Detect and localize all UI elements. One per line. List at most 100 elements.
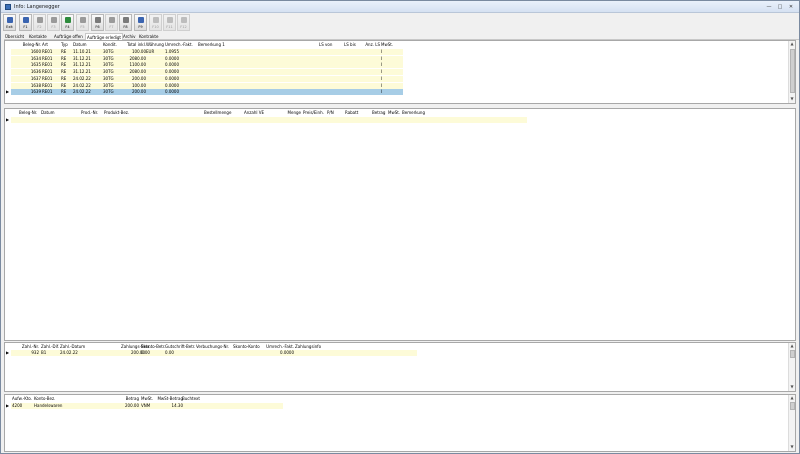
close-button[interactable]: ✕ xyxy=(787,4,795,10)
column-header[interactable]: MwSt. xyxy=(381,41,395,48)
search-icon xyxy=(95,17,101,23)
maximize-button[interactable]: □ xyxy=(776,4,784,10)
column-header[interactable]: Umrech.-Fakt. xyxy=(165,41,197,48)
column-header[interactable]: Zahlungsinfo xyxy=(295,343,335,350)
table-cell: 1639 xyxy=(30,89,41,95)
column-header[interactable]: Datum xyxy=(73,41,97,48)
table-cell: 14.30 xyxy=(171,403,183,408)
column-header[interactable]: Skonto-Betr. xyxy=(141,343,167,350)
scroll-down-icon[interactable]: ▼ xyxy=(789,384,795,390)
table-cell: 100.00 xyxy=(132,82,146,88)
toolbar-label: Exit xyxy=(6,25,13,29)
column-header[interactable]: Produkt-Bez. xyxy=(104,109,204,116)
table-cell xyxy=(362,62,380,68)
column-header[interactable]: Betrag xyxy=(111,395,139,402)
column-header[interactable]: Anz. LS xyxy=(362,41,380,48)
table-cell: 30TG xyxy=(103,75,114,81)
window-title: Info: Langenegger xyxy=(14,4,60,10)
row-pointer-icon: ▶ xyxy=(6,350,10,355)
column-header[interactable]: LS von xyxy=(319,41,343,48)
table-cell: 0.0000 xyxy=(280,350,294,355)
tab-item[interactable]: Kontrakte xyxy=(138,33,159,40)
exit-button[interactable]: Exit xyxy=(3,14,16,31)
column-header[interactable]: Zahl.-Nr. xyxy=(19,343,39,350)
column-header[interactable]: Zahl.-Datum xyxy=(60,343,86,350)
column-header[interactable]: Datum xyxy=(41,109,81,116)
toolbar-label: F10 xyxy=(152,25,159,29)
f10-button[interactable]: F10 xyxy=(149,14,162,31)
table-cell: I xyxy=(381,62,383,68)
column-header[interactable]: Bemerkung 1 xyxy=(198,41,318,48)
column-header[interactable]: Beleg-Nr. xyxy=(15,41,41,48)
scroll-down-icon[interactable]: ▼ xyxy=(789,444,795,450)
print-icon xyxy=(123,17,129,23)
column-header[interactable]: Aufw.-Kto. xyxy=(12,395,36,402)
tab-item[interactable]: Archiv xyxy=(122,33,137,40)
column-header[interactable]: Gutschrift-Betr. xyxy=(165,343,195,350)
table-cell xyxy=(198,49,318,55)
column-header[interactable]: Kondit. xyxy=(103,41,121,48)
table-cell: 1100.00 xyxy=(129,62,146,68)
minimize-button[interactable]: — xyxy=(765,4,773,10)
column-header[interactable]: Preis/Einh. xyxy=(303,109,327,116)
f12-button[interactable]: F12 xyxy=(177,14,190,31)
column-header[interactable]: Typ xyxy=(61,41,72,48)
column-header[interactable]: Bestellmenge xyxy=(204,109,244,116)
f9-button[interactable]: F9 xyxy=(134,14,147,31)
f8-button[interactable]: F8 xyxy=(119,14,132,31)
column-header[interactable]: Art xyxy=(42,41,60,48)
scroll-thumb[interactable] xyxy=(790,49,795,93)
f3-button[interactable]: F3 xyxy=(47,14,60,31)
payments-scrollbar[interactable]: ▲ ▼ xyxy=(788,343,795,391)
table-cell: I xyxy=(381,82,383,88)
f11-button[interactable]: F11 xyxy=(163,14,176,31)
tab-item[interactable]: Kontakte xyxy=(28,33,48,40)
column-header[interactable]: P/N xyxy=(327,109,341,116)
column-header[interactable]: MwSt-Betrag xyxy=(153,395,183,402)
scroll-up-icon[interactable]: ▲ xyxy=(789,395,795,401)
column-header[interactable]: Beleg-Nr. xyxy=(19,109,41,116)
f1-button[interactable]: F1 xyxy=(19,14,32,31)
table-cell: 1.0955 xyxy=(165,49,179,54)
tab-item[interactable]: Übersicht xyxy=(4,33,25,40)
column-header[interactable]: MwSt. xyxy=(388,109,402,116)
table-cell xyxy=(198,69,318,75)
column-header[interactable]: Konto-Bez. xyxy=(34,395,94,402)
column-header[interactable]: Umrech.-Fakt. xyxy=(260,343,294,350)
table-cell xyxy=(198,62,318,68)
column-header[interactable]: Rabatt xyxy=(345,109,365,116)
table-cell: RE xyxy=(61,62,67,68)
table-cell xyxy=(146,76,163,82)
accounts-scrollbar[interactable]: ▲ ▼ xyxy=(788,395,795,451)
column-header[interactable]: Verbuchungs-Nr. xyxy=(196,343,232,350)
column-header[interactable]: Skonto-Konto xyxy=(233,343,261,350)
orders-scrollbar[interactable]: ▲ ▼ xyxy=(788,41,795,103)
column-header[interactable]: Zahl.-Dif. xyxy=(41,343,61,350)
f7-button[interactable]: F7 xyxy=(105,14,118,31)
scroll-thumb[interactable] xyxy=(790,402,795,410)
f6-button[interactable]: F6 xyxy=(91,14,104,31)
tab-item[interactable]: Aufträge erledigt xyxy=(85,33,123,40)
column-header[interactable]: Betrag xyxy=(372,109,386,116)
column-header[interactable]: Anzahl VE xyxy=(244,109,274,116)
scroll-up-icon[interactable]: ▲ xyxy=(789,343,795,349)
scroll-up-icon[interactable]: ▲ xyxy=(789,41,795,47)
scroll-thumb[interactable] xyxy=(790,350,795,358)
toolbar-label: F5 xyxy=(80,25,85,29)
column-header[interactable]: Währung xyxy=(146,41,164,48)
column-header[interactable]: Total inkl. xyxy=(122,41,146,48)
tab-item[interactable]: Aufträge offen xyxy=(53,33,84,40)
scroll-down-icon[interactable]: ▼ xyxy=(789,96,795,102)
column-header[interactable]: Bemerkung xyxy=(402,109,442,116)
column-header[interactable]: Buchtext xyxy=(182,395,222,402)
f2-button[interactable]: F2 xyxy=(33,14,46,31)
table-cell: 24.02.22 xyxy=(73,75,91,81)
positions-new-row[interactable] xyxy=(11,117,527,123)
column-header[interactable]: Prod.-Nr. xyxy=(81,109,103,116)
table-cell xyxy=(319,89,343,95)
f5-button[interactable]: F5 xyxy=(76,14,89,31)
toolbar-label: F7 xyxy=(109,25,114,29)
column-header[interactable]: Menge xyxy=(283,109,301,116)
table-cell: 31.12.21 xyxy=(73,55,91,61)
f4-button[interactable]: F4 xyxy=(61,14,74,31)
